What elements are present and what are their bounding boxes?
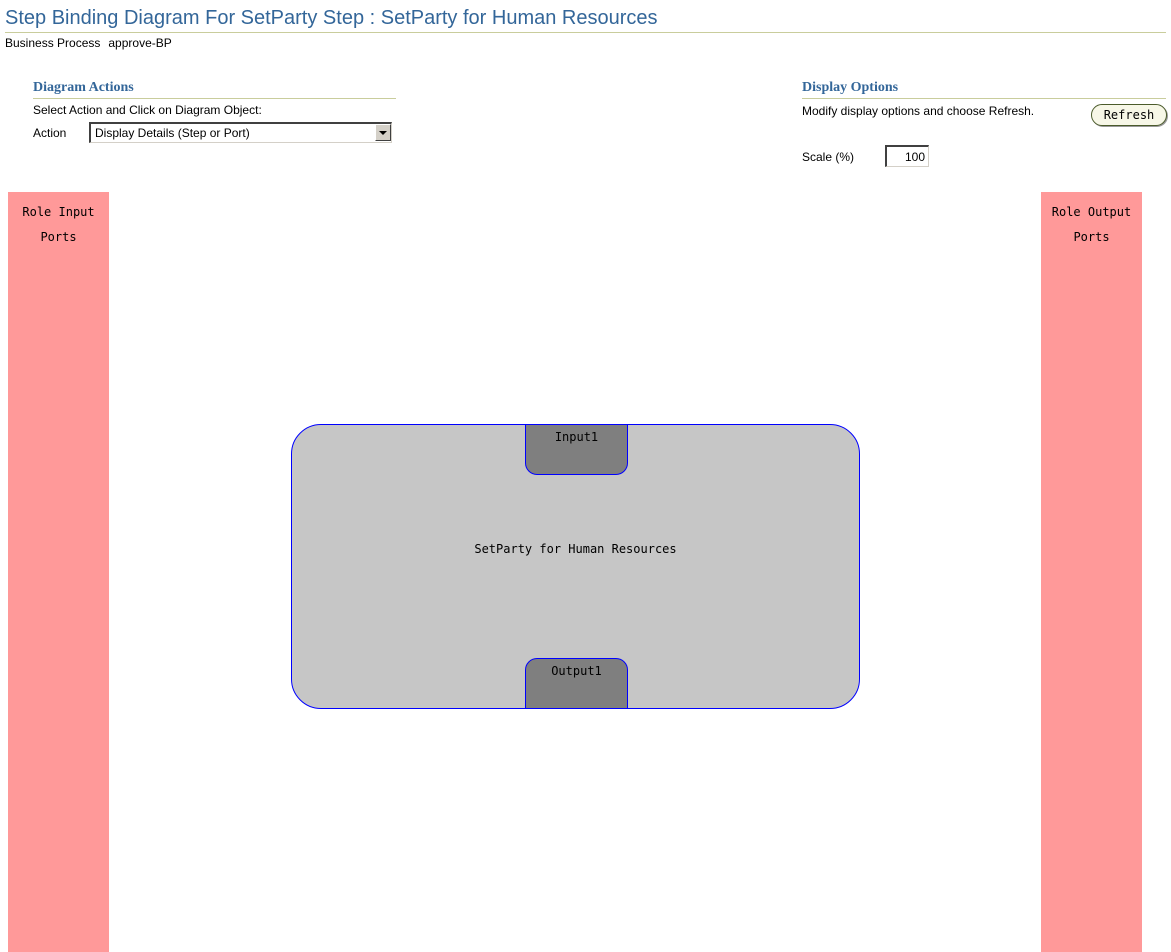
step-node[interactable]: Input1 SetParty for Human Resources Outp… xyxy=(291,424,860,709)
chevron-down-icon xyxy=(379,131,387,135)
scale-input[interactable] xyxy=(885,145,929,167)
step-label: SetParty for Human Resources xyxy=(474,542,677,556)
display-options-instruction: Modify display options and choose Refres… xyxy=(802,104,1035,118)
display-options-divider xyxy=(802,98,1166,99)
select-action-instruction: Select Action and Click on Diagram Objec… xyxy=(33,103,262,117)
title-divider xyxy=(5,32,1166,33)
action-select-value: Display Details (Step or Port) xyxy=(95,126,250,140)
role-output-ports-label-line1: Role Output xyxy=(1051,205,1132,219)
role-input-ports-label-line1: Role Input xyxy=(22,205,95,219)
role-input-ports-column[interactable]: Role Input Ports xyxy=(8,192,109,952)
role-input-ports-label-line2: Ports xyxy=(40,230,77,244)
action-select[interactable]: Display Details (Step or Port) xyxy=(89,122,392,143)
role-output-ports-column[interactable]: Role Output Ports xyxy=(1041,192,1142,952)
business-process-label: Business Process xyxy=(5,36,101,50)
dropdown-button[interactable] xyxy=(375,124,391,141)
scale-label: Scale (%) xyxy=(802,150,855,164)
output-port[interactable]: Output1 xyxy=(525,658,628,709)
output-port-label: Output1 xyxy=(551,664,602,678)
input-port[interactable]: Input1 xyxy=(525,424,628,475)
business-process-row: Business Process approve-BP xyxy=(5,35,172,51)
business-process-value: approve-BP xyxy=(108,36,172,50)
role-output-ports-label-line2: Ports xyxy=(1073,230,1110,244)
diagram-actions-divider xyxy=(33,98,396,99)
display-options-header: Display Options xyxy=(802,80,899,95)
input-port-label: Input1 xyxy=(554,430,599,444)
action-label: Action xyxy=(33,126,67,140)
refresh-button[interactable]: Refresh xyxy=(1091,104,1167,126)
page-title: Step Binding Diagram For SetParty Step :… xyxy=(5,7,658,29)
diagram-actions-header: Diagram Actions xyxy=(33,80,134,95)
